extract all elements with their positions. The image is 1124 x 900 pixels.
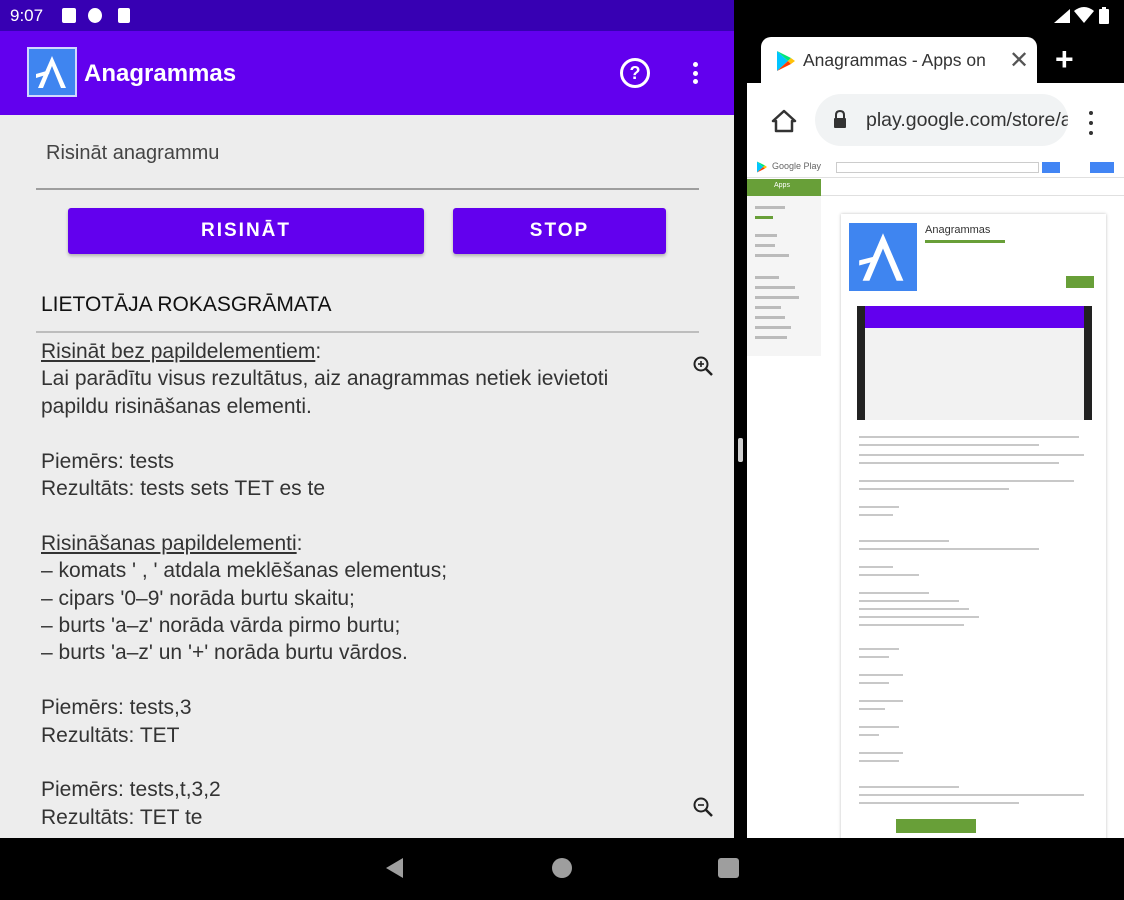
recents-icon[interactable] — [718, 858, 739, 878]
notification-photo-icon — [62, 8, 76, 23]
play-sidebar — [747, 196, 821, 356]
example1-result: Rezultāts: tests sets TET es te — [41, 477, 326, 501]
play-store-name: Google Play — [772, 161, 822, 171]
stop-button[interactable]: STOP — [453, 208, 666, 254]
split-screen-handle[interactable] — [738, 438, 743, 462]
play-app-icon — [849, 223, 917, 291]
home-button-icon[interactable] — [552, 858, 572, 878]
app-title: Anagrammas — [84, 60, 237, 87]
rule-item: – cipars '0–9' norāda burtu skaitu; — [41, 586, 355, 610]
zoom-in-icon[interactable] — [692, 355, 714, 377]
help-icon[interactable]: ? — [620, 58, 650, 88]
manual-title: LIETOTĀJA ROKASGRĀMATA — [41, 293, 332, 316]
home-icon[interactable] — [771, 109, 797, 133]
play-subnav — [821, 179, 1124, 196]
split-screen-divider[interactable] — [734, 31, 747, 838]
back-icon[interactable] — [386, 858, 403, 878]
status-time: 9:07 — [10, 6, 44, 25]
sd-card-icon — [118, 8, 130, 23]
browser-tab[interactable]: Anagrammas - Apps on Google Play ✕ — [761, 37, 1037, 83]
url-text: play.google.com/store/apps — [866, 109, 1068, 131]
example1-query: Piemērs: tests — [41, 449, 175, 473]
web-page-content[interactable]: Google Play Apps Anagrammas — [747, 157, 1124, 838]
close-tab-icon[interactable]: ✕ — [1009, 46, 1029, 75]
lock-icon — [834, 110, 846, 128]
signal-icon — [1054, 9, 1070, 23]
zoom-out-icon[interactable] — [692, 796, 714, 818]
play-header: Google Play — [747, 157, 1124, 178]
status-bar: 9:07 — [0, 0, 1124, 31]
anagram-input[interactable] — [46, 138, 686, 168]
manual-divider — [36, 331, 699, 333]
play-sign-in-button[interactable] — [1090, 162, 1114, 173]
section1-text-line1: Lai parādītu visus rezultātus, aiz anagr… — [41, 367, 609, 391]
section1-heading-line: Risināt bez papildelementiem: — [41, 340, 322, 363]
tab-strip: Anagrammas - Apps on Google Play ✕ + — [747, 31, 1124, 83]
browser-menu-icon[interactable] — [1087, 111, 1095, 135]
play-logo-icon — [757, 161, 767, 173]
notification-app-icon — [88, 8, 102, 23]
new-tab-icon[interactable]: + — [1055, 41, 1074, 78]
play-apps-label: Apps — [774, 182, 790, 189]
wifi-icon — [1074, 7, 1094, 23]
play-app-name: Anagrammas — [925, 224, 991, 236]
play-app-card: Anagrammas — [841, 214, 1106, 838]
anagram-input-wrapper — [36, 126, 699, 190]
app-bar: Anagrammas ? — [0, 31, 734, 115]
screen: 9:07 Anagrammas ? Risināt anagrammu RISI… — [0, 0, 1124, 900]
example3-query: Piemērs: tests,t,3,2 — [41, 778, 221, 802]
browser-toolbar: play.google.com/store/apps — [747, 83, 1124, 157]
section2-heading-line: Risināšanas papildelementi: — [41, 531, 303, 555]
play-search-box[interactable] — [836, 162, 1039, 173]
play-install-button[interactable] — [1066, 276, 1094, 288]
rule-item: – komats ' , ' atdala meklēšanas element… — [41, 559, 448, 583]
solve-button[interactable]: RISINĀT — [68, 208, 424, 254]
play-open-button[interactable] — [896, 819, 976, 833]
example3-result: Rezultāts: TET te — [41, 805, 203, 829]
play-apps-tab[interactable]: Apps — [747, 179, 821, 196]
status-bar-left: 9:07 — [0, 0, 734, 31]
app-logo-icon — [27, 47, 77, 97]
section1-heading: Risināt bez papildelementiem — [41, 340, 316, 363]
play-search-button[interactable] — [1042, 162, 1060, 173]
address-bar[interactable]: play.google.com/store/apps — [815, 94, 1068, 146]
more-vert-icon[interactable] — [685, 59, 705, 87]
battery-icon — [1099, 7, 1109, 24]
tab-title: Anagrammas - Apps on Google Play — [803, 50, 988, 70]
example2-query: Piemērs: tests,3 — [41, 696, 192, 720]
section1-text-line2: papildu risināšanas elementi. — [41, 394, 312, 418]
section2-heading: Risināšanas papildelementi — [41, 531, 297, 555]
play-screenshot[interactable] — [857, 306, 1092, 420]
status-bar-right — [734, 0, 1124, 31]
rule-item: – burts 'a–z' norāda vārda pirmo burtu; — [41, 614, 401, 638]
system-nav-bar — [0, 838, 1124, 900]
example2-result: Rezultāts: TET — [41, 723, 180, 747]
anagrammas-app: Anagrammas ? RISINĀT STOP LIETOTĀJA ROKA… — [0, 31, 734, 838]
chrome-browser: Anagrammas - Apps on Google Play ✕ + pla… — [747, 31, 1124, 838]
google-play-icon — [777, 51, 795, 71]
user-manual: Risināt bez papildelementiem: Lai parādī… — [41, 338, 681, 831]
rule-item: – burts 'a–z' un '+' norāda burtu vārdos… — [41, 641, 408, 665]
